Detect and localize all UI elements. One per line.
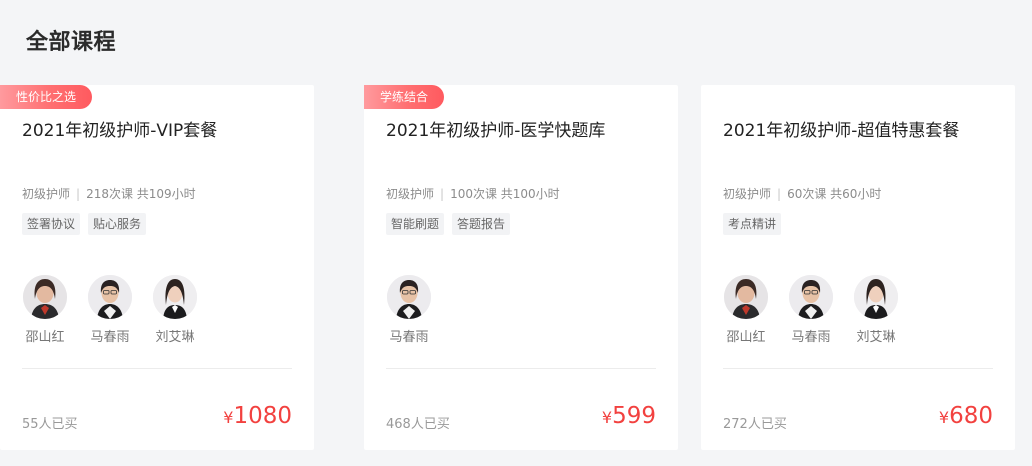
meta-separator: | bbox=[777, 187, 782, 201]
course-category: 初级护师 bbox=[22, 187, 71, 201]
teacher-name: 邵山红 bbox=[726, 330, 766, 345]
teacher-item[interactable]: 马春雨 bbox=[788, 275, 834, 345]
course-card[interactable]: 学练结合 2021年初级护师-医学快题库 初级护师 | 100次课 共100小时 智… bbox=[364, 85, 678, 450]
teacher-avatar-icon bbox=[153, 275, 197, 319]
course-title[interactable]: 2021年初级护师-超值特惠套餐 bbox=[723, 116, 959, 141]
course-tag: 智能刷题 bbox=[386, 213, 445, 235]
course-tags: 签署协议 贴心服务 bbox=[22, 213, 147, 235]
teacher-item[interactable]: 马春雨 bbox=[87, 275, 133, 345]
teacher-name: 马春雨 bbox=[791, 330, 831, 345]
teacher-name: 刘艾琳 bbox=[856, 330, 896, 345]
sold-count: 55人已买 bbox=[22, 417, 78, 432]
teacher-item[interactable]: 邵山红 bbox=[22, 275, 68, 345]
course-list-page: 全部课程 学练结合 2021年初级护师-医学快题库 初级护师 | 100次课 共10… bbox=[0, 0, 1032, 466]
teacher-item[interactable]: 刘艾琳 bbox=[152, 275, 198, 345]
course-title[interactable]: 2021年初级护师-医学快题库 bbox=[386, 116, 605, 141]
currency-symbol: ¥ bbox=[601, 408, 613, 427]
teacher-avatar-icon bbox=[23, 275, 67, 319]
sold-count: 468人已买 bbox=[386, 417, 450, 432]
teacher-name: 邵山红 bbox=[25, 330, 65, 345]
course-tag: 答题报告 bbox=[452, 213, 511, 235]
course-price: ¥1080 bbox=[223, 403, 292, 429]
teacher-avatar-icon bbox=[854, 275, 898, 319]
teacher-item[interactable]: 刘艾琳 bbox=[853, 275, 899, 345]
price-amount: 680 bbox=[949, 403, 993, 429]
course-tag: 签署协议 bbox=[22, 213, 81, 235]
course-category: 初级护师 bbox=[386, 187, 435, 201]
teacher-name: 刘艾琳 bbox=[155, 330, 195, 345]
course-title[interactable]: 2021年初级护师-VIP套餐 bbox=[22, 116, 217, 141]
teacher-avatar-icon bbox=[387, 275, 431, 319]
teacher-list: 马春雨 bbox=[386, 275, 432, 345]
course-tag: 考点精讲 bbox=[723, 213, 782, 235]
course-meta: 初级护师 | 218次课 共109小时 bbox=[22, 185, 196, 202]
course-price: ¥680 bbox=[939, 403, 993, 429]
teacher-name: 马春雨 bbox=[90, 330, 130, 345]
teacher-avatar-icon bbox=[789, 275, 833, 319]
card-divider bbox=[386, 368, 656, 369]
course-lessons: 60次课 共60小时 bbox=[787, 187, 882, 201]
teacher-list: 邵山红 马春雨 刘艾琳 bbox=[22, 275, 198, 345]
teacher-avatar-icon bbox=[88, 275, 132, 319]
currency-symbol: ¥ bbox=[938, 408, 950, 427]
course-card[interactable]: 性价比之选 2021年初级护师-VIP套餐 初级护师 | 218次课 共109小时 … bbox=[0, 85, 314, 450]
meta-separator: | bbox=[76, 187, 81, 201]
course-badge: 学练结合 bbox=[364, 85, 445, 109]
card-divider bbox=[22, 368, 292, 369]
price-amount: 599 bbox=[612, 403, 656, 429]
course-meta: 初级护师 | 60次课 共60小时 bbox=[723, 185, 881, 202]
course-badge: 性价比之选 bbox=[0, 85, 93, 109]
course-tags: 考点精讲 bbox=[723, 213, 782, 235]
price-amount: 1080 bbox=[233, 403, 292, 429]
course-price: ¥599 bbox=[602, 403, 656, 429]
teacher-item[interactable]: 邵山红 bbox=[723, 275, 769, 345]
course-meta: 初级护师 | 100次课 共100小时 bbox=[386, 185, 560, 202]
meta-separator: | bbox=[440, 187, 445, 201]
course-lessons: 100次课 共100小时 bbox=[450, 187, 560, 201]
teacher-list: 邵山红 马春雨 刘艾琳 bbox=[723, 275, 899, 345]
teacher-avatar-icon bbox=[724, 275, 768, 319]
course-tags: 智能刷题 答题报告 bbox=[386, 213, 511, 235]
course-card[interactable]: 2021年初级护师-超值特惠套餐 初级护师 | 60次课 共60小时 考点精讲 邵山… bbox=[701, 85, 1015, 450]
teacher-name: 马春雨 bbox=[389, 330, 429, 345]
course-lessons: 218次课 共109小时 bbox=[86, 187, 196, 201]
course-category: 初级护师 bbox=[723, 187, 772, 201]
teacher-item[interactable]: 马春雨 bbox=[386, 275, 432, 345]
sold-count: 272人已买 bbox=[723, 417, 787, 432]
currency-symbol: ¥ bbox=[223, 408, 234, 427]
page-title: 全部课程 bbox=[26, 30, 117, 55]
course-tag: 贴心服务 bbox=[88, 213, 147, 235]
card-divider bbox=[723, 368, 993, 369]
